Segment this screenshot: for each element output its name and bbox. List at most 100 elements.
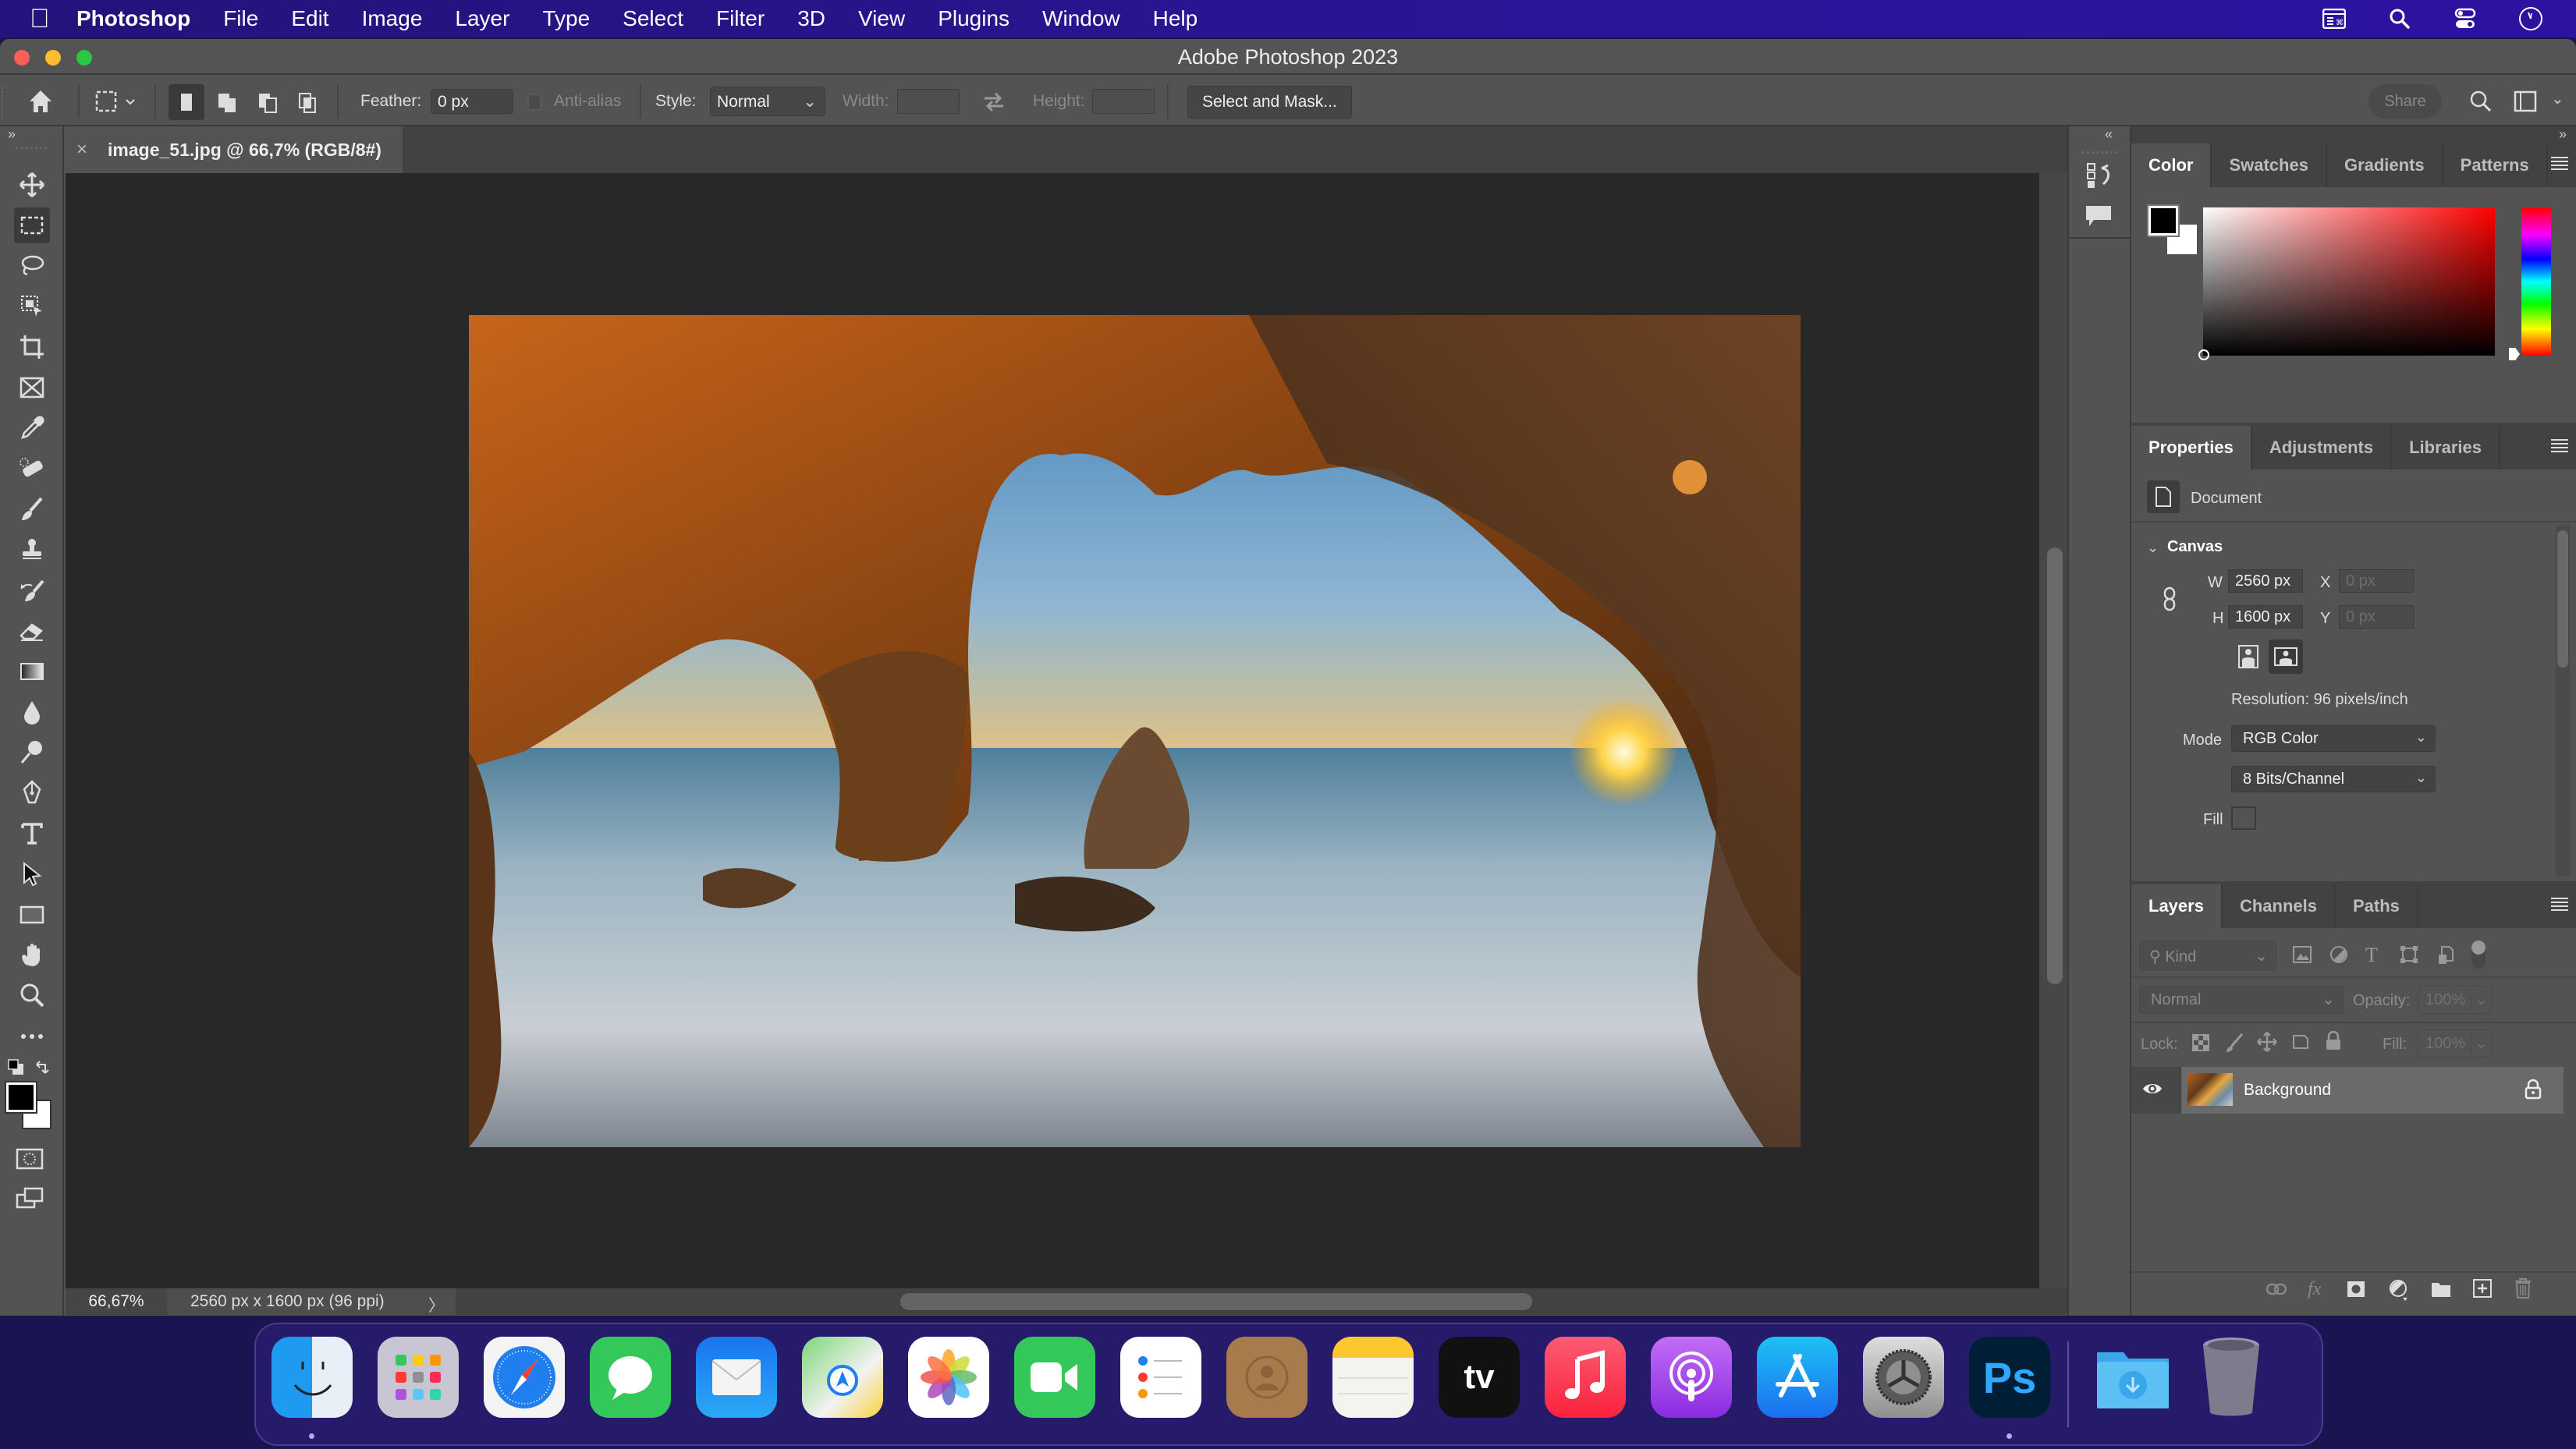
menu-image[interactable]: Image bbox=[362, 6, 423, 31]
vertical-scrollbar-thumb[interactable] bbox=[2047, 547, 2063, 984]
height-input[interactable] bbox=[1092, 89, 1155, 114]
spotlight-search-icon[interactable] bbox=[2386, 6, 2414, 31]
tool-blur[interactable] bbox=[14, 694, 50, 730]
swap-width-height-icon[interactable] bbox=[981, 90, 1006, 118]
color-mode-dropdown[interactable]: RGB Color ⌄ bbox=[2231, 725, 2436, 752]
tool-path-selection[interactable] bbox=[14, 856, 50, 892]
layer-row[interactable]: Background bbox=[2131, 1067, 2564, 1114]
link-layers-icon[interactable] bbox=[2266, 1282, 2287, 1300]
foreground-color-swatch[interactable] bbox=[2147, 204, 2180, 237]
dock-app-facetime[interactable] bbox=[1014, 1337, 1095, 1418]
dock-app-notes[interactable] bbox=[1332, 1337, 1414, 1418]
tool-brush[interactable] bbox=[14, 491, 50, 527]
filter-pixel-layers-icon[interactable] bbox=[2292, 945, 2312, 968]
filter-type-layers-icon[interactable]: T bbox=[2365, 944, 2378, 967]
tool-eraser[interactable] bbox=[14, 613, 50, 649]
foreground-color-swatch[interactable] bbox=[5, 1081, 37, 1114]
layer-style-fx-icon[interactable]: fx bbox=[2308, 1279, 2321, 1300]
tool-rectangular-marquee[interactable] bbox=[14, 207, 50, 243]
tab-patterns[interactable]: Patterns bbox=[2443, 143, 2548, 187]
history-panel-icon[interactable] bbox=[2085, 162, 2114, 194]
tool-edit-toolbar[interactable] bbox=[14, 1019, 50, 1054]
tab-gradients[interactable]: Gradients bbox=[2327, 143, 2443, 187]
chevron-down-icon[interactable]: ⌄ bbox=[2471, 1033, 2488, 1053]
status-arrow-icon[interactable]: 〉 bbox=[428, 1293, 445, 1316]
tool-eyedropper[interactable] bbox=[14, 410, 50, 446]
workspace-chevron-icon[interactable]: ⌄ bbox=[2551, 89, 2564, 108]
menu-edit[interactable]: Edit bbox=[291, 6, 328, 31]
lock-image-pixels-icon[interactable] bbox=[2225, 1033, 2244, 1057]
menu-select[interactable]: Select bbox=[623, 6, 683, 31]
panel-menu-icon[interactable] bbox=[2549, 154, 2570, 175]
filter-toggle[interactable] bbox=[2471, 941, 2486, 969]
expand-panels-icon[interactable]: « bbox=[2105, 126, 2113, 143]
intersect-selection-button[interactable] bbox=[296, 90, 321, 119]
color-picker-marker[interactable] bbox=[2198, 349, 2209, 360]
layer-row-selected[interactable]: Background bbox=[2181, 1067, 2564, 1114]
layer-visibility-eye-icon[interactable] bbox=[2142, 1081, 2163, 1100]
tool-object-selection[interactable] bbox=[14, 289, 50, 324]
new-adjustment-layer-icon[interactable] bbox=[2389, 1279, 2409, 1305]
menu-3d[interactable]: 3D bbox=[797, 6, 825, 31]
new-layer-icon[interactable] bbox=[2473, 1279, 2492, 1302]
panel-menu-icon[interactable] bbox=[2549, 437, 2570, 457]
tab-adjustments[interactable]: Adjustments bbox=[2252, 426, 2393, 469]
tool-frame[interactable] bbox=[14, 370, 50, 406]
lock-artboard-icon[interactable] bbox=[2290, 1033, 2311, 1055]
feather-input[interactable]: 0 px bbox=[431, 89, 513, 114]
chevron-down-icon[interactable]: ⌄ bbox=[2471, 990, 2488, 1009]
dock-app-podcasts[interactable] bbox=[1651, 1337, 1732, 1418]
landscape-orientation-button[interactable] bbox=[2269, 639, 2303, 674]
blend-mode-dropdown[interactable]: Normal ⌄ bbox=[2139, 986, 2344, 1014]
dock-app-maps[interactable] bbox=[802, 1337, 883, 1418]
tab-layers[interactable]: Layers bbox=[2131, 884, 2223, 928]
filter-smart-objects-icon[interactable] bbox=[2437, 945, 2454, 969]
width-input[interactable] bbox=[897, 89, 960, 114]
vertical-scrollbar[interactable] bbox=[2039, 173, 2067, 1288]
tool-type[interactable] bbox=[14, 816, 50, 852]
dock-downloads-folder[interactable] bbox=[2092, 1337, 2173, 1418]
zoom-level[interactable]: 66,67% bbox=[66, 1288, 167, 1315]
dock-app-tv[interactable]: tv bbox=[1439, 1337, 1520, 1418]
tab-color[interactable]: Color bbox=[2131, 143, 2212, 187]
lock-transparent-pixels-icon[interactable] bbox=[2192, 1034, 2209, 1055]
tool-hand[interactable] bbox=[14, 937, 50, 973]
lock-all-icon[interactable] bbox=[2325, 1030, 2342, 1055]
default-colors-icon[interactable] bbox=[8, 1059, 25, 1080]
quick-mask-icon[interactable] bbox=[16, 1148, 44, 1174]
canvas-height-input[interactable]: 1600 px bbox=[2228, 605, 2303, 629]
tool-clone-stamp[interactable] bbox=[14, 532, 50, 568]
tool-dodge[interactable] bbox=[14, 735, 50, 771]
tool-lasso[interactable] bbox=[14, 248, 50, 284]
menu-type[interactable]: Type bbox=[542, 6, 590, 31]
panel-menu-icon[interactable] bbox=[2549, 895, 2570, 916]
menu-window[interactable]: Window bbox=[1042, 6, 1120, 31]
layer-filter-dropdown[interactable]: ⚲ Kind ⌄ bbox=[2139, 941, 2276, 970]
dock-app-launchpad[interactable] bbox=[378, 1337, 459, 1418]
dock-trash[interactable] bbox=[2191, 1337, 2272, 1418]
swap-colors-icon[interactable] bbox=[34, 1059, 51, 1080]
collapse-toolbar-icon[interactable]: » bbox=[8, 126, 16, 143]
dock-app-contacts[interactable] bbox=[1226, 1337, 1308, 1418]
new-selection-mode-button[interactable] bbox=[169, 84, 204, 120]
tool-zoom[interactable] bbox=[14, 978, 50, 1014]
dock-app-system-settings[interactable] bbox=[1863, 1337, 1944, 1418]
menu-file[interactable]: File bbox=[223, 6, 258, 31]
tool-history-brush[interactable] bbox=[14, 572, 50, 608]
tool-crop[interactable] bbox=[14, 329, 50, 365]
toolbar-grip[interactable] bbox=[16, 147, 47, 150]
dock-app-app-store[interactable] bbox=[1757, 1337, 1838, 1418]
menu-layer[interactable]: Layer bbox=[455, 6, 509, 31]
canvas-collapse-chevron-icon[interactable]: ⌄ bbox=[2147, 540, 2159, 556]
dock-app-music[interactable] bbox=[1545, 1337, 1626, 1418]
fill-opacity-input[interactable]: 100% ⌄ bbox=[2418, 1029, 2492, 1058]
lock-position-icon[interactable] bbox=[2256, 1031, 2278, 1057]
canvas-width-input[interactable]: 2560 px bbox=[2228, 569, 2303, 593]
document-info[interactable]: 2560 px x 1600 px (96 ppi) 〉 bbox=[167, 1288, 456, 1315]
add-mask-icon[interactable] bbox=[2347, 1281, 2365, 1302]
tool-spot-healing[interactable] bbox=[14, 451, 50, 487]
collapse-panels-icon[interactable]: » bbox=[2559, 126, 2567, 143]
search-icon[interactable] bbox=[2468, 89, 2493, 118]
tab-channels[interactable]: Channels bbox=[2223, 884, 2336, 928]
dock-app-safari[interactable] bbox=[484, 1337, 565, 1418]
